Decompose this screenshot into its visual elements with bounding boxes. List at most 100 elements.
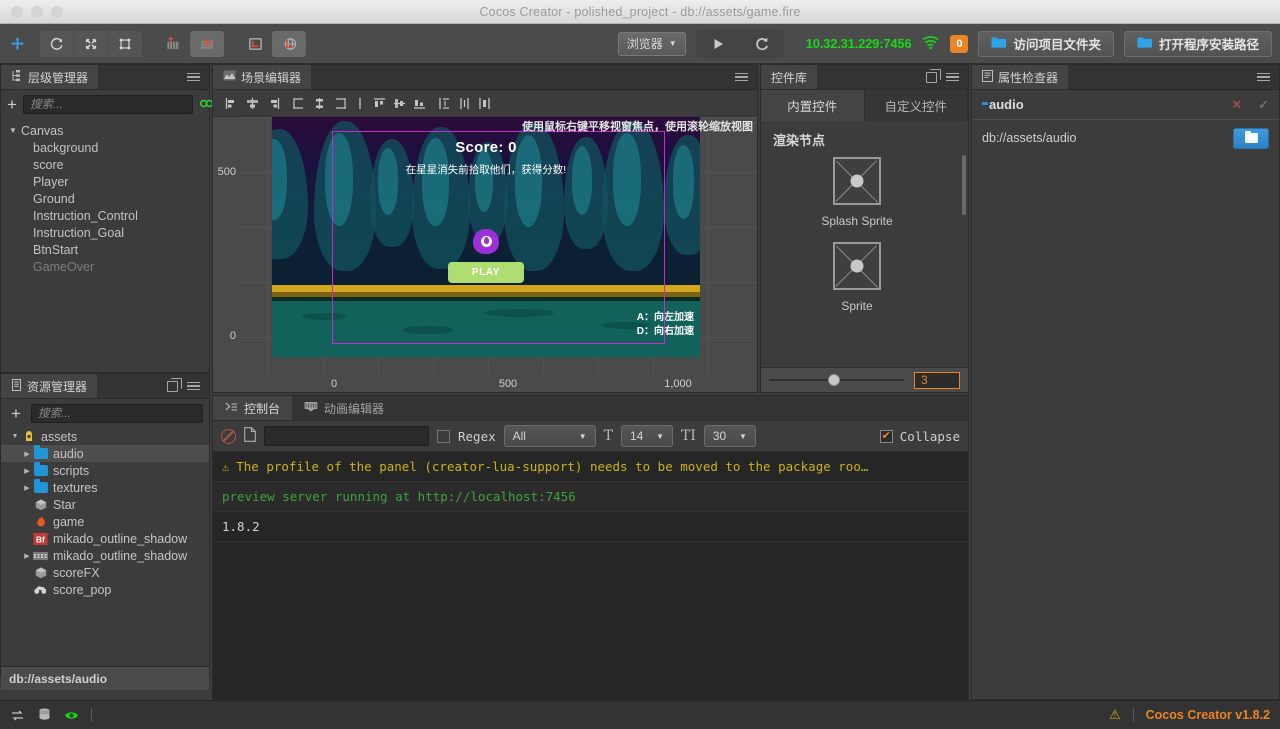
chevron-right-icon[interactable]: ▶	[21, 484, 33, 492]
tree-row[interactable]: score	[1, 156, 209, 173]
line-height-select[interactable]: 30 ▼	[703, 425, 756, 447]
assets-menu-button[interactable]	[187, 381, 200, 391]
tree-row[interactable]: Ground	[1, 190, 209, 207]
widgets-menu-button[interactable]	[946, 72, 959, 82]
tree-row[interactable]: GameOver	[1, 258, 209, 275]
align-hcenter-icon[interactable]	[243, 95, 262, 112]
open-install-path-button[interactable]: 打开程序安装路径	[1123, 30, 1272, 57]
hierarchy-search-input[interactable]	[22, 95, 193, 114]
apply-changes-button[interactable]: ✓	[1258, 97, 1269, 113]
widget-size-value[interactable]: 3	[914, 371, 960, 389]
status-warning-icon[interactable]: ⚠	[1109, 707, 1121, 723]
font-size-select[interactable]: 14 ▼	[620, 425, 673, 447]
chevron-down-icon[interactable]: ▼	[9, 433, 21, 440]
log-entry[interactable]: preview server running at http://localho…	[213, 482, 968, 512]
coord-local-tool-button[interactable]	[238, 31, 272, 57]
discard-changes-button[interactable]: ✕	[1231, 97, 1242, 113]
export-log-button[interactable]	[244, 427, 256, 445]
assets-popout-button[interactable]	[167, 378, 182, 392]
add-asset-button[interactable]: +	[7, 405, 25, 422]
console-log-list[interactable]: ⚠ The profile of the panel (creator-lua-…	[213, 451, 968, 699]
asset-row[interactable]: ▶ mikado_outline_shadow	[1, 547, 209, 564]
chevron-right-icon[interactable]: ▶	[21, 467, 33, 475]
slider-knob[interactable]	[828, 374, 841, 386]
gizmo-center-tool-button[interactable]	[190, 30, 224, 57]
asset-row[interactable]: scoreFX	[1, 564, 209, 581]
widget-item-sprite[interactable]: Sprite	[797, 242, 917, 313]
scene-viewport[interactable]: Score: 0 在星星消失前拾取他们，获得分数! PLAY A：向左加速 D：…	[213, 117, 757, 392]
asset-row[interactable]: Star	[1, 496, 209, 513]
align-bottom-icon[interactable]	[410, 95, 429, 112]
asset-row[interactable]: game	[1, 513, 209, 530]
tab-builtin-widgets[interactable]: 内置控件	[761, 90, 865, 121]
inspector-menu-button[interactable]	[1257, 72, 1270, 82]
play-button[interactable]	[696, 30, 740, 58]
open-project-folder-button[interactable]: 访问项目文件夹	[978, 30, 1114, 57]
regex-checkbox[interactable]	[437, 429, 450, 443]
tab-animation-editor[interactable]: 动画编辑器	[292, 396, 396, 420]
log-entry[interactable]: ⚠ The profile of the panel (creator-lua-…	[213, 452, 968, 482]
widgets-list[interactable]: Splash Sprite Sprite	[761, 149, 968, 367]
asset-row[interactable]: ▶ audio	[1, 445, 209, 462]
log-level-select[interactable]: All ▼	[503, 425, 596, 447]
clear-console-button[interactable]	[221, 428, 236, 444]
tab-inspector[interactable]: 属性检查器	[972, 65, 1069, 89]
dist-vcenter-icon[interactable]	[455, 95, 474, 112]
preview-target-select[interactable]: 浏览器 ▼	[617, 31, 686, 56]
widget-item-splash-sprite[interactable]: Splash Sprite	[797, 157, 917, 228]
dist-left-icon[interactable]	[290, 95, 309, 112]
scale-tool-button[interactable]	[74, 30, 108, 57]
rect-tool-button[interactable]	[108, 30, 142, 57]
move-tool-button[interactable]	[0, 31, 34, 57]
scene-selection-rect[interactable]	[332, 131, 665, 344]
align-vcenter-icon[interactable]	[390, 95, 409, 112]
rotate-tool-button[interactable]	[40, 30, 74, 57]
assets-search-input[interactable]	[31, 404, 203, 423]
tree-row[interactable]: Player	[1, 173, 209, 190]
tab-console[interactable]: 控制台	[213, 396, 293, 420]
align-left-icon[interactable]	[223, 95, 242, 112]
chevron-down-icon[interactable]: ▼	[9, 126, 21, 135]
chevron-right-icon[interactable]: ▶	[21, 450, 33, 458]
console-filter-input[interactable]	[264, 426, 429, 446]
align-top-icon[interactable]	[370, 95, 389, 112]
gizmo-position-tool-button[interactable]	[156, 31, 190, 57]
browse-folder-button[interactable]	[1233, 127, 1269, 149]
asset-row[interactable]: score_pop	[1, 581, 209, 598]
collapse-checkbox[interactable]: ✔	[879, 429, 893, 443]
dist-bottom-icon[interactable]	[475, 95, 494, 112]
asset-row[interactable]: ▶ scripts	[1, 462, 209, 479]
dist-top-icon[interactable]	[435, 95, 454, 112]
refresh-button[interactable]	[740, 30, 784, 58]
chevron-right-icon[interactable]: ▶	[21, 552, 33, 560]
tree-row[interactable]: background	[1, 139, 209, 156]
tab-widget-library[interactable]: 控件库	[761, 65, 818, 89]
widgets-popout-button[interactable]	[926, 69, 941, 83]
dist-hcenter-icon[interactable]	[310, 95, 329, 112]
database-icon[interactable]	[37, 708, 52, 723]
asset-row-root[interactable]: ▼ assets	[1, 428, 209, 445]
hierarchy-menu-button[interactable]	[187, 72, 200, 82]
align-right-icon[interactable]	[263, 95, 282, 112]
widget-size-slider[interactable]	[769, 373, 904, 387]
log-entry[interactable]: 1.8.2	[213, 512, 968, 542]
tab-assets[interactable]: 资源管理器	[1, 374, 98, 398]
scene-menu-button[interactable]	[735, 72, 748, 82]
tab-custom-widgets[interactable]: 自定义控件	[864, 90, 968, 121]
tree-row[interactable]: Instruction_Goal	[1, 224, 209, 241]
dist-right-icon[interactable]	[330, 95, 349, 112]
asset-row[interactable]: Bf mikado_outline_shadow	[1, 530, 209, 547]
tree-row-canvas[interactable]: ▼ Canvas	[1, 122, 209, 139]
tree-row[interactable]: BtnStart	[1, 241, 209, 258]
tab-hierarchy[interactable]: 层级管理器	[1, 65, 99, 89]
transform-tools-group[interactable]	[40, 30, 142, 57]
tree-row[interactable]: Instruction_Control	[1, 207, 209, 224]
asset-row[interactable]: ▶ textures	[1, 479, 209, 496]
tab-scene-editor[interactable]: 场景编辑器	[213, 65, 312, 89]
eye-icon[interactable]	[64, 708, 79, 723]
notification-badge[interactable]: 0	[950, 34, 969, 53]
widgets-scrollbar[interactable]	[962, 155, 966, 215]
sync-icon[interactable]	[10, 708, 25, 723]
coord-global-tool-button[interactable]	[272, 30, 306, 57]
add-node-button[interactable]: +	[7, 96, 17, 113]
